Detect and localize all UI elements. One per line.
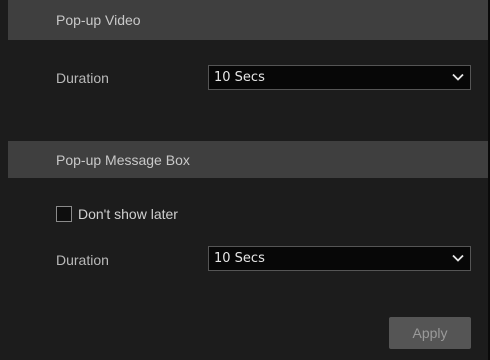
section-title: Pop-up Video xyxy=(56,12,141,28)
popup-settings-panel: Pop-up Video Duration 10 Secs Pop-up Mes… xyxy=(0,0,490,360)
selected-value: 10 Secs xyxy=(214,70,265,85)
duration-label: Duration xyxy=(56,252,109,268)
dont-show-later-option[interactable]: Don't show later xyxy=(56,206,178,222)
dont-show-later-checkbox[interactable] xyxy=(56,206,72,222)
popup-video-duration-select[interactable]: 10 Secs xyxy=(208,65,471,90)
duration-label: Duration xyxy=(56,70,109,86)
section-title: Pop-up Message Box xyxy=(56,151,190,168)
chevron-down-icon xyxy=(452,254,464,262)
chevron-down-icon xyxy=(452,73,464,81)
apply-button[interactable]: Apply xyxy=(389,317,471,349)
section-header-popup-message-box: Pop-up Message Box xyxy=(8,141,488,178)
dont-show-later-label: Don't show later xyxy=(78,206,178,222)
section-header-popup-video: Pop-up Video xyxy=(8,0,488,40)
message-box-duration-select[interactable]: 10 Secs xyxy=(208,246,471,271)
selected-value: 10 Secs xyxy=(214,251,265,266)
